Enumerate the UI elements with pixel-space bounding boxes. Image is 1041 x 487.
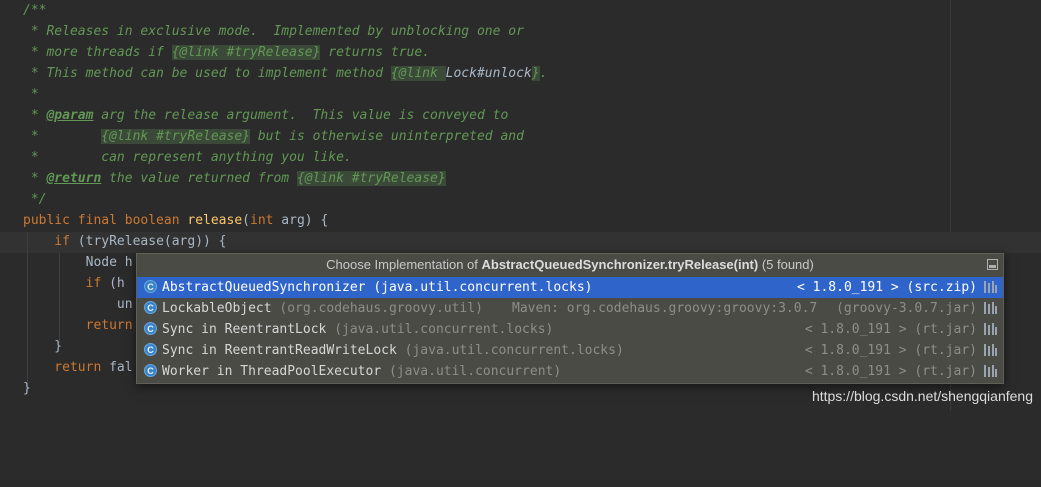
popup-title: Choose Implementation of AbstractQueuedS…: [137, 254, 1003, 276]
implementation-item[interactable]: C Sync in ReentrantReadWriteLock (java.u…: [137, 340, 1003, 361]
code-line: }: [23, 381, 31, 396]
class-icon: C: [144, 343, 157, 356]
library-icon: [984, 302, 997, 314]
class-icon: C: [144, 364, 157, 377]
code-line: if (tryRelease(arg)) {: [23, 234, 227, 249]
implementation-item[interactable]: C AbstractQueuedSynchronizer (java.util.…: [137, 277, 1003, 298]
code-line: Node h: [23, 255, 133, 270]
choose-implementation-popup[interactable]: Choose Implementation of AbstractQueuedS…: [136, 253, 1004, 384]
code-line: * {@link #tryRelease} but is otherwise u…: [23, 129, 524, 144]
code-line: return: [23, 318, 133, 333]
library-icon: [984, 281, 997, 293]
code-line: * can represent anything you like.: [23, 150, 352, 165]
implementation-item[interactable]: C Sync in ReentrantLock (java.util.concu…: [137, 319, 1003, 340]
library-icon: [984, 344, 997, 356]
code-line: * @param arg the release argument. This …: [23, 108, 509, 123]
code-line: * Releases in exclusive mode. Implemente…: [23, 24, 524, 39]
code-line: return fal: [23, 360, 133, 375]
code-line: un: [23, 297, 133, 312]
code-line: *: [23, 87, 39, 102]
code-line: * This method can be used to implement m…: [23, 66, 548, 81]
code-line: }: [23, 339, 63, 354]
code-line: public final boolean release(int arg) {: [23, 213, 329, 228]
implementation-item[interactable]: C LockableObject (org.codehaus.groovy.ut…: [137, 298, 1003, 319]
class-icon: C: [144, 301, 157, 314]
code-line: * @return the value returned from {@link…: [23, 171, 446, 186]
library-icon: [984, 323, 997, 335]
code-line: /**: [23, 3, 47, 18]
class-icon: C: [144, 322, 157, 335]
watermark-url: https://blog.csdn.net/shengqianfeng: [811, 388, 1033, 404]
code-line: */: [23, 192, 47, 207]
code-line: * more threads if {@link #tryRelease} re…: [23, 45, 431, 60]
open-in-find-window-icon[interactable]: [987, 259, 998, 270]
class-icon: C: [144, 280, 157, 293]
implementation-item[interactable]: C Worker in ThreadPoolExecutor (java.uti…: [137, 361, 1003, 382]
code-line: if (h: [23, 276, 125, 291]
library-icon: [984, 365, 997, 377]
